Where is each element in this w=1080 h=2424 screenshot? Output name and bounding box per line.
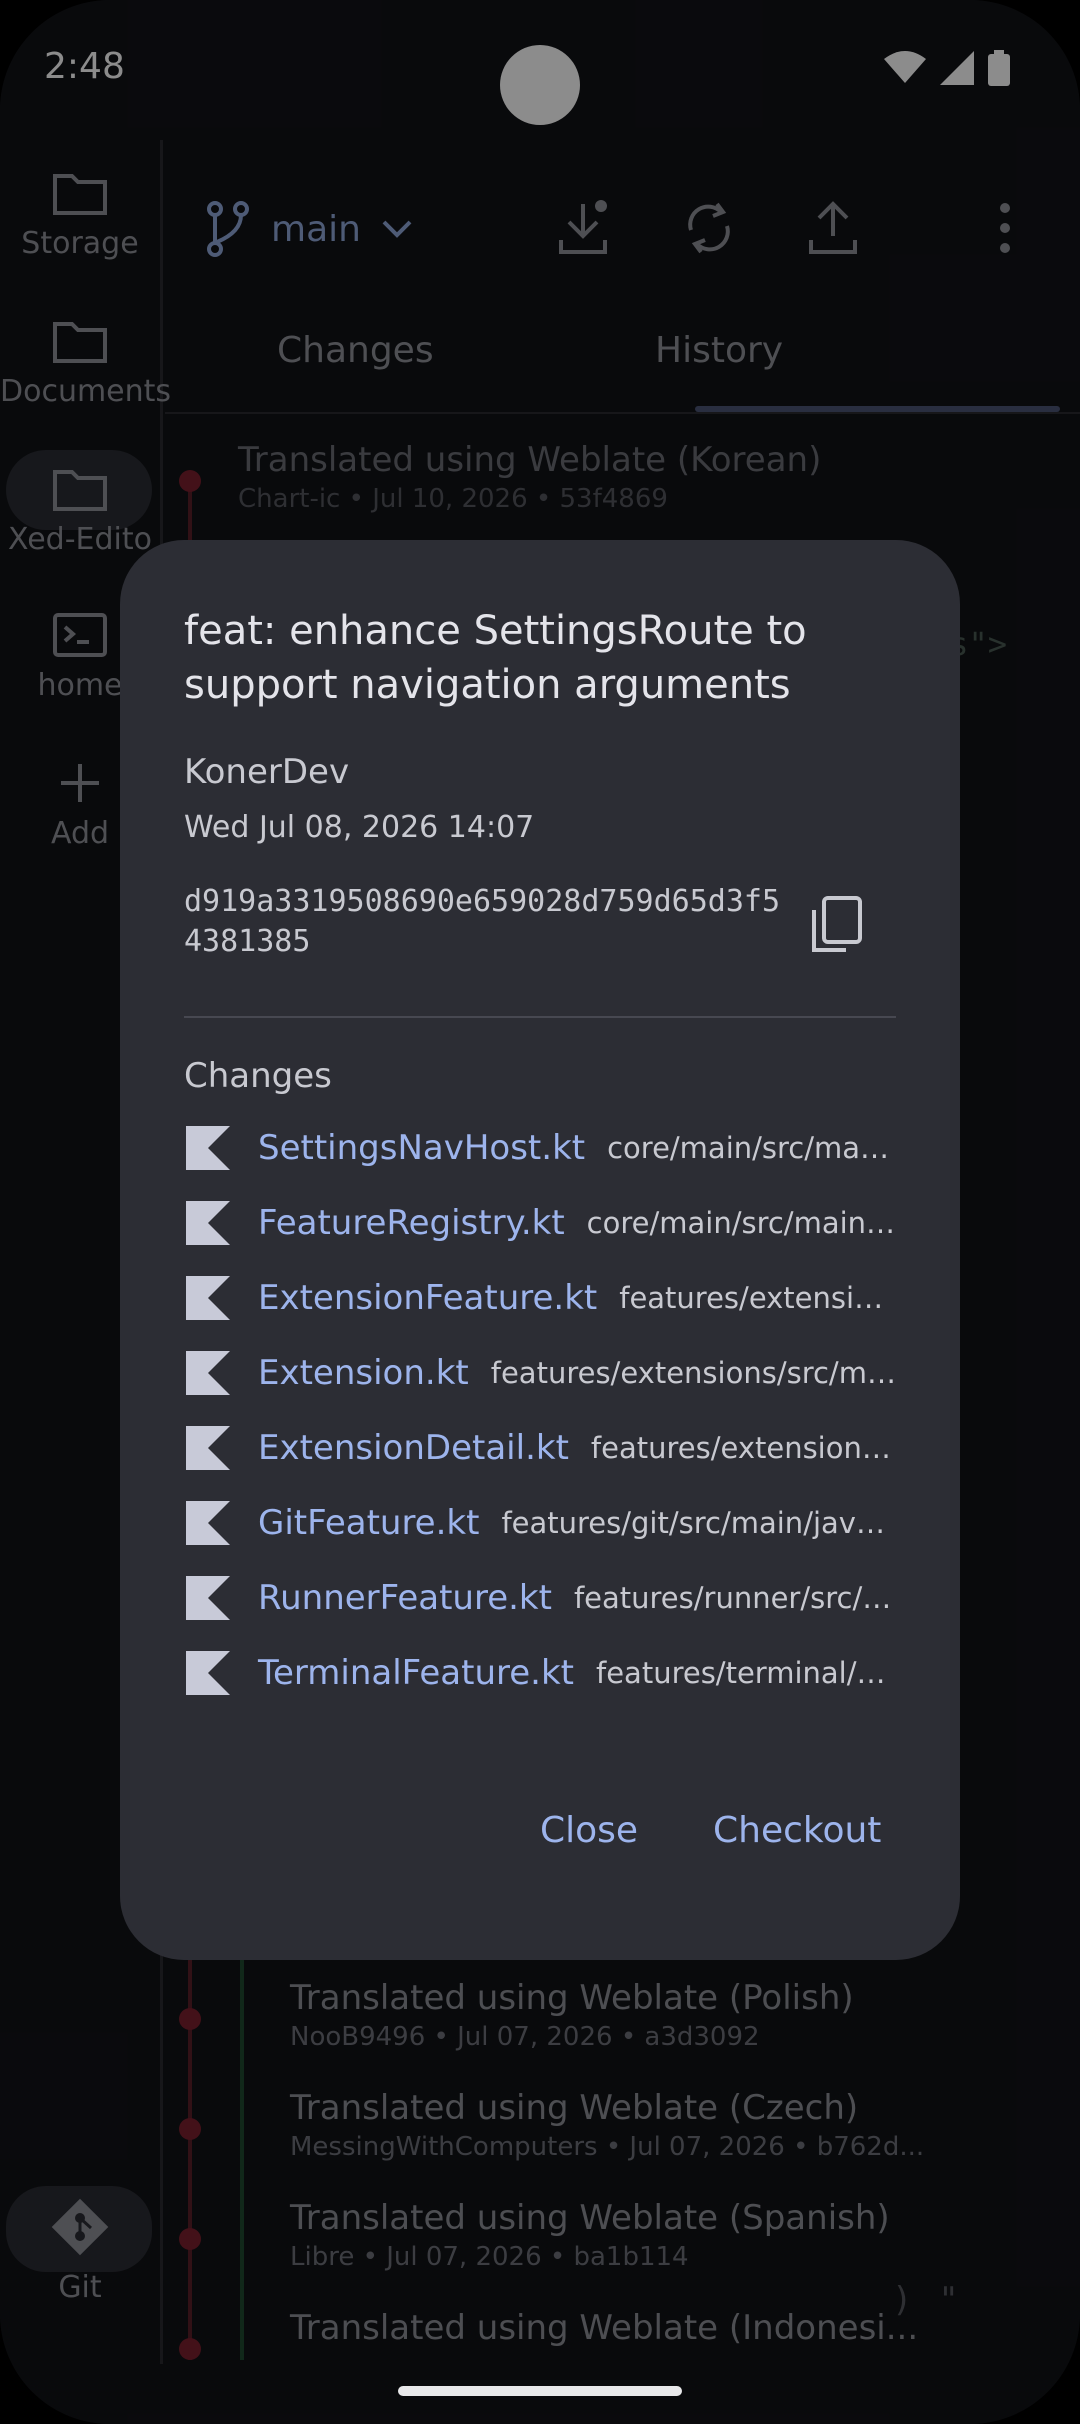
kotlin-file-icon: [186, 1351, 230, 1395]
file-path: core/main/src/main/j...: [607, 1131, 896, 1165]
commit-author: KonerDev: [184, 752, 350, 792]
changed-file-item[interactable]: Extension.kt features/extensions/src/mai…: [184, 1343, 896, 1403]
kotlin-file-icon: [186, 1576, 230, 1620]
kotlin-file-icon: [186, 1201, 230, 1245]
commit-title: feat: enhance SettingsRoute to support n…: [184, 608, 807, 708]
dialog-divider: [184, 1016, 896, 1018]
file-name: ExtensionDetail.kt: [258, 1428, 569, 1468]
changed-file-item[interactable]: GitFeature.kt features/git/src/main/java…: [184, 1493, 896, 1553]
commit-hash: d919a3319508690e659028d759d65d3f54381385: [184, 884, 781, 959]
kotlin-file-icon: [186, 1501, 230, 1545]
commit-details-dialog: feat: enhance SettingsRoute to support n…: [120, 540, 960, 1960]
kotlin-file-icon: [186, 1126, 230, 1170]
file-name: Extension.kt: [258, 1353, 469, 1393]
file-name: TerminalFeature.kt: [258, 1653, 574, 1693]
file-name: RunnerFeature.kt: [258, 1578, 552, 1618]
file-path: features/runner/src/m...: [573, 1581, 896, 1615]
file-name: SettingsNavHost.kt: [258, 1128, 586, 1168]
changed-file-item[interactable]: SettingsNavHost.kt core/main/src/main/j.…: [184, 1118, 896, 1178]
changed-file-item[interactable]: ExtensionDetail.kt features/extensions/s…: [184, 1418, 896, 1478]
phone-screen: 2:48 Storage Documents Xed-Edito home Ad…: [0, 0, 1080, 2424]
file-name: ExtensionFeature.kt: [258, 1278, 598, 1318]
kotlin-file-icon: [186, 1276, 230, 1320]
checkout-button[interactable]: Checkout: [713, 1810, 881, 1851]
file-path: features/extensions/sr...: [590, 1431, 896, 1465]
kotlin-file-icon: [186, 1651, 230, 1695]
file-path: features/extensions/src/main...: [490, 1356, 896, 1390]
kotlin-file-icon: [186, 1426, 230, 1470]
copy-icon[interactable]: [800, 890, 870, 960]
file-name: GitFeature.kt: [258, 1503, 480, 1543]
close-button[interactable]: Close: [540, 1810, 638, 1851]
changed-file-item[interactable]: FeatureRegistry.kt core/main/src/main/j.…: [184, 1193, 896, 1253]
commit-date: Wed Jul 08, 2026 14:07: [184, 810, 535, 845]
file-path: features/extensions...: [619, 1281, 896, 1315]
file-path: features/git/src/main/java/...: [501, 1506, 896, 1540]
file-path: core/main/src/main/j...: [586, 1206, 896, 1240]
changes-heading: Changes: [184, 1056, 332, 1096]
changed-file-item[interactable]: RunnerFeature.kt features/runner/src/m..…: [184, 1568, 896, 1628]
changed-file-item[interactable]: ExtensionFeature.kt features/extensions.…: [184, 1268, 896, 1328]
file-name: FeatureRegistry.kt: [258, 1203, 565, 1243]
changed-file-item[interactable]: TerminalFeature.kt features/terminal/sr.…: [184, 1643, 896, 1703]
file-path: features/terminal/sr...: [596, 1656, 896, 1690]
home-indicator[interactable]: [398, 2386, 682, 2396]
